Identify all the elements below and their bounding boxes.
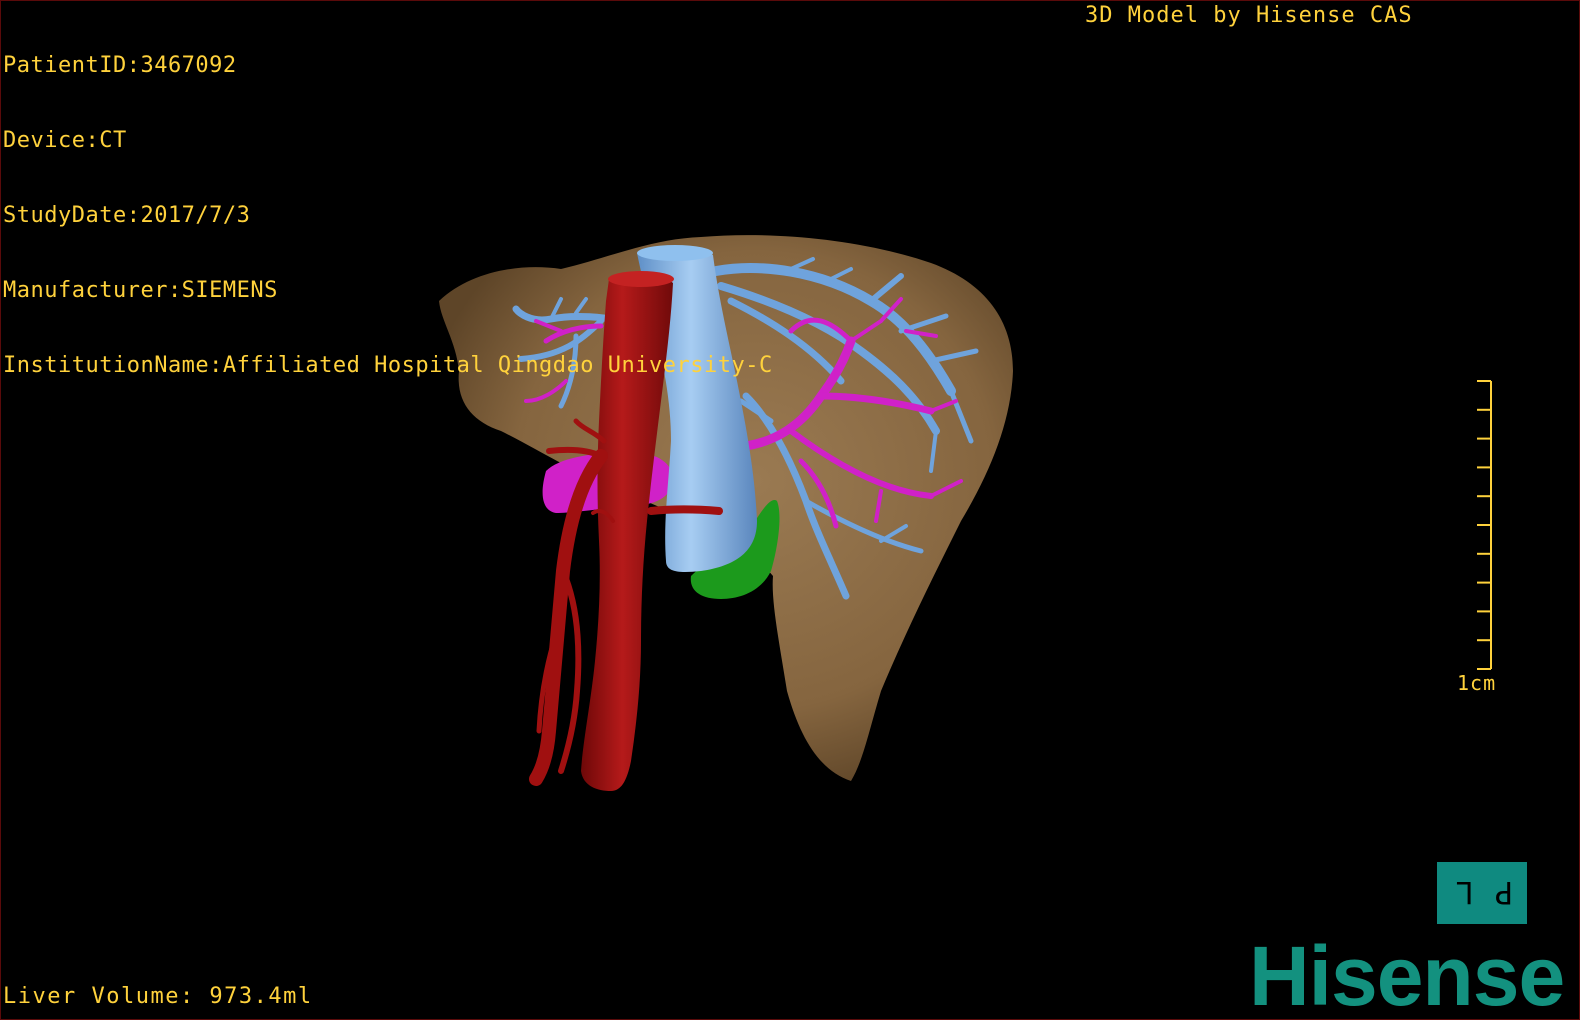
orientation-label: P L: [1450, 874, 1514, 909]
device-text: Device:CT: [3, 128, 127, 153]
dicom-info-overlay: PatientID:3467092 Device:CT StudyDate:20…: [3, 3, 773, 428]
institution-text: InstitutionName:Affiliated Hospital Qing…: [3, 353, 773, 378]
study-date-text: StudyDate:2017/7/3: [3, 203, 251, 228]
3d-viewport[interactable]: PatientID:3467092 Device:CT StudyDate:20…: [0, 0, 1580, 1020]
orientation-cube-button[interactable]: P L: [1437, 862, 1527, 924]
scale-label: 1cm: [1457, 671, 1497, 695]
liver-volume-text: Liver Volume: 973.4ml: [3, 984, 313, 1009]
hisense-logo: Hisense: [1249, 929, 1565, 1020]
manufacturer-text: Manufacturer:SIEMENS: [3, 278, 278, 303]
model-credit-text: 3D Model by Hisense CAS: [1085, 3, 1413, 28]
patient-id-text: PatientID:3467092: [3, 53, 237, 78]
scale-bar: [1477, 380, 1492, 670]
